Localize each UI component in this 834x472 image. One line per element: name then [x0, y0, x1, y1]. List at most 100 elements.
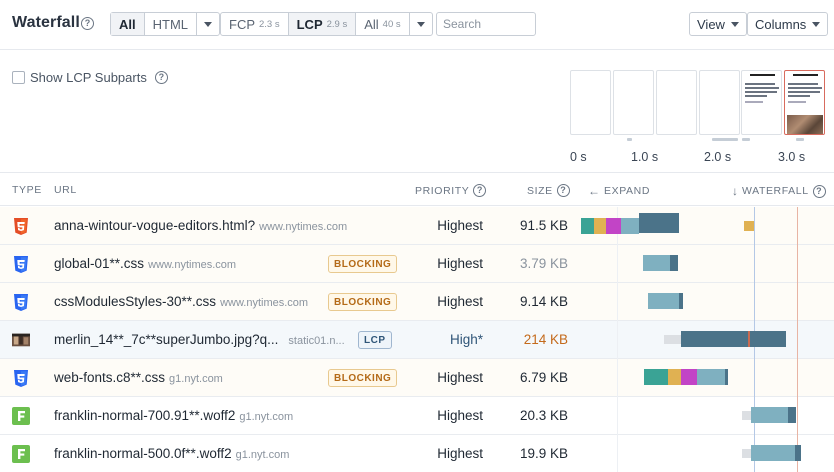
priority-value: Highest [437, 294, 483, 309]
font-icon [12, 407, 30, 425]
connect-bar [744, 221, 754, 231]
css3-icon [12, 293, 30, 311]
wait-bar [751, 407, 788, 423]
lcp-marker [797, 207, 798, 472]
resource-url[interactable]: merlin_14**_7c**superJumbo.jpg?q... stati… [54, 332, 345, 347]
connect-bar [668, 369, 681, 385]
expand-button[interactable]: ← EXPAND [588, 184, 650, 198]
search-input[interactable] [436, 12, 536, 36]
lcp-badge: LCP [358, 331, 392, 349]
html5-icon [12, 217, 30, 235]
lcp-subparts-toggle[interactable]: Show LCP Subparts ? [12, 70, 168, 85]
size-value: 19.9 KB [519, 446, 568, 461]
filmstrip-frame[interactable] [656, 70, 697, 135]
priority-value: Highest [437, 446, 483, 461]
timing-more-dropdown[interactable] [410, 13, 432, 35]
size-value: 9.14 KB [519, 294, 568, 309]
lcp-thumbnail [787, 115, 823, 134]
size-value: 20.3 KB [519, 408, 568, 423]
filter-html-button[interactable]: HTML [145, 13, 198, 35]
wait-bar [697, 369, 725, 385]
toolbar: Waterfall ? All HTML FCP 2.3 s LCP 2.9 s A… [0, 0, 834, 50]
resource-url[interactable]: franklin-normal-500.0f**.woff2 g1.nyt.com [54, 446, 289, 461]
css3-icon [12, 255, 30, 273]
wait-bar [621, 218, 639, 234]
column-header-priority[interactable]: PRIORITY ? [415, 184, 487, 197]
wait-bar [643, 255, 670, 271]
time-tick: 2.0 s [704, 150, 732, 164]
chevron-down-icon [204, 21, 213, 27]
help-icon[interactable]: ? [556, 184, 570, 197]
filter-fcp-button[interactable]: FCP 2.3 s [221, 13, 289, 35]
waterfall-chart [580, 207, 834, 472]
download-bar [639, 213, 679, 233]
view-dropdown[interactable]: View [689, 12, 747, 36]
blocking-badge: BLOCKING [328, 369, 398, 387]
priority-value: Highest [437, 370, 483, 385]
column-header-type[interactable]: TYPE [12, 184, 42, 196]
gridline [617, 207, 618, 472]
resource-url[interactable]: web-fonts.c8**.css g1.nyt.com [54, 370, 223, 385]
font-icon [12, 445, 30, 463]
wait-bar [648, 293, 679, 309]
column-header-size[interactable]: SIZE ? [527, 184, 570, 197]
time-tick: 3.0 s [778, 150, 806, 164]
size-value: 6.79 KB [519, 370, 568, 385]
priority-value: Highest [437, 256, 483, 271]
filter-more-dropdown[interactable] [197, 13, 219, 35]
dns-bar [644, 369, 668, 385]
priority-value: High* [449, 332, 483, 347]
resource-type-filter: All HTML [110, 12, 221, 36]
chevron-down-icon [416, 21, 425, 27]
size-value: 91.5 KB [519, 218, 568, 233]
queue-bar [742, 411, 751, 420]
lcp-subparts-checkbox[interactable] [12, 71, 25, 84]
columns-dropdown[interactable]: Columns [747, 12, 829, 36]
queue-bar [664, 335, 681, 344]
help-icon[interactable]: ? [81, 17, 94, 30]
css3-icon [12, 369, 30, 387]
arrow-left-icon: ← [588, 184, 600, 198]
download-bar [725, 369, 728, 385]
resource-url[interactable]: anna-wintour-vogue-editors.html? www.nyti… [54, 218, 347, 233]
arrow-down-icon: ↓ [732, 184, 738, 198]
filmstrip-frame[interactable] [699, 70, 740, 135]
filmstrip-frame-lcp[interactable] [784, 70, 825, 135]
resource-url[interactable]: cssModulesStyles-30**.css www.nytimes.com [54, 294, 308, 309]
help-icon[interactable]: ? [473, 184, 487, 197]
resource-url[interactable]: franklin-normal-700.91**.woff2 g1.nyt.com [54, 408, 293, 423]
download-bar [795, 445, 801, 461]
size-value: 3.79 KB [519, 256, 568, 271]
resource-url[interactable]: global-01**.css www.nytimes.com [54, 256, 236, 271]
priority-value: Highest [437, 408, 483, 423]
wait-bar [751, 445, 795, 461]
lcp-render-marker [748, 331, 750, 347]
timing-filter: FCP 2.3 s LCP 2.9 s All 40 s [220, 12, 433, 36]
queue-bar [742, 449, 751, 458]
size-value: 214 KB [523, 332, 568, 347]
filter-all-time-button[interactable]: All 40 s [356, 13, 410, 35]
chevron-down-icon [730, 21, 739, 27]
priority-value: Highest [437, 218, 483, 233]
image-thumbnail-icon [12, 331, 30, 349]
page-title: Waterfall [12, 14, 80, 31]
filter-lcp-button[interactable]: LCP 2.9 s [288, 13, 357, 35]
download-bar [788, 407, 796, 423]
ssl-bar [606, 218, 621, 234]
help-icon[interactable]: ? [812, 184, 826, 198]
filmstrip-frame[interactable] [613, 70, 654, 135]
filmstrip-frame[interactable] [741, 70, 782, 135]
blocking-badge: BLOCKING [328, 255, 398, 273]
blocking-badge: BLOCKING [328, 293, 398, 311]
chevron-down-icon [812, 21, 821, 27]
time-tick: 1.0 s [631, 150, 659, 164]
filter-all-button[interactable]: All [111, 13, 145, 35]
dns-bar [581, 218, 594, 234]
column-header-waterfall[interactable]: ↓ WATERFALL ? [732, 184, 826, 198]
filmstrip-frame[interactable] [570, 70, 611, 135]
table-header: TYPE URL PRIORITY ? SIZE ? ← EXPAND ↓ WA… [0, 172, 834, 206]
ssl-bar [681, 369, 697, 385]
column-header-url[interactable]: URL [54, 184, 77, 196]
help-icon[interactable]: ? [154, 71, 168, 84]
download-bar [670, 255, 678, 271]
